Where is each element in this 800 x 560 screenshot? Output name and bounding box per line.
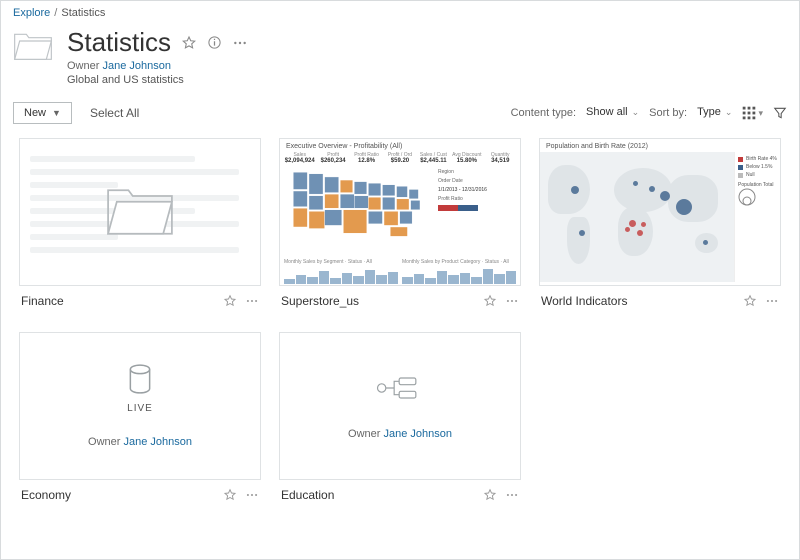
owner-line: Owner Jane Johnson bbox=[88, 436, 192, 448]
us-map bbox=[284, 166, 434, 255]
new-button[interactable]: New ▼ bbox=[13, 102, 72, 124]
breadcrumb-current: Statistics bbox=[61, 7, 105, 19]
card-economy: LIVE Owner Jane Johnson Economy bbox=[19, 332, 261, 502]
favorite-star-icon[interactable] bbox=[181, 35, 197, 51]
flow-icon bbox=[375, 373, 425, 406]
owner-link[interactable]: Jane Johnson bbox=[123, 436, 192, 448]
owner-line: Owner Jane Johnson bbox=[67, 60, 248, 72]
breadcrumb-separator: / bbox=[54, 7, 57, 19]
sort-by-select[interactable]: Type ⌄ bbox=[697, 106, 732, 120]
favorite-star-icon[interactable] bbox=[483, 488, 497, 502]
project-description: Global and US statistics bbox=[67, 74, 248, 86]
sort-by-label: Sort by: bbox=[649, 107, 687, 119]
live-badge: LIVE bbox=[127, 403, 153, 414]
card-thumb-flow[interactable]: Owner Jane Johnson bbox=[279, 332, 521, 480]
breadcrumb-root[interactable]: Explore bbox=[13, 7, 50, 19]
owner-label: Owner bbox=[67, 60, 99, 72]
new-button-label: New bbox=[24, 107, 46, 119]
card-thumb-folder[interactable] bbox=[19, 138, 261, 286]
select-all-button[interactable]: Select All bbox=[90, 106, 139, 120]
view-grid-toggle[interactable]: ▾ bbox=[742, 106, 763, 120]
card-title[interactable]: Economy bbox=[21, 488, 215, 502]
card-title[interactable]: Education bbox=[281, 488, 475, 502]
more-actions-icon[interactable] bbox=[505, 294, 519, 308]
favorite-star-icon[interactable] bbox=[223, 294, 237, 308]
favorite-star-icon[interactable] bbox=[223, 488, 237, 502]
card-superstore: Executive Overview - Profitability (All)… bbox=[279, 138, 521, 308]
card-title[interactable]: Finance bbox=[21, 294, 215, 308]
content-grid: Finance Executive Overview - Profitabili… bbox=[1, 132, 799, 516]
favorite-star-icon[interactable] bbox=[483, 294, 497, 308]
dashboard-title: Population and Birth Rate (2012) bbox=[540, 139, 780, 152]
favorite-star-icon[interactable] bbox=[743, 294, 757, 308]
card-thumb-datasource[interactable]: LIVE Owner Jane Johnson bbox=[19, 332, 261, 480]
info-icon[interactable] bbox=[207, 35, 222, 50]
more-actions-icon[interactable] bbox=[765, 294, 779, 308]
filter-icon[interactable] bbox=[773, 106, 787, 120]
project-folder-icon bbox=[13, 27, 53, 68]
dashboard-title: Executive Overview - Profitability (All) bbox=[280, 139, 520, 152]
more-actions-icon[interactable] bbox=[245, 488, 259, 502]
owner-link[interactable]: Jane Johnson bbox=[383, 428, 452, 440]
card-world-indicators: Population and Birth Rate (2012) bbox=[539, 138, 781, 308]
card-education: Owner Jane Johnson Education bbox=[279, 332, 521, 502]
more-actions-icon[interactable] bbox=[245, 294, 259, 308]
page-title: Statistics bbox=[67, 27, 171, 58]
card-thumb-workbook[interactable]: Population and Birth Rate (2012) bbox=[539, 138, 781, 286]
more-actions-icon[interactable] bbox=[232, 35, 248, 51]
card-thumb-workbook[interactable]: Executive Overview - Profitability (All)… bbox=[279, 138, 521, 286]
page-header: Statistics Owner Jane Johnson Global and… bbox=[1, 23, 799, 94]
folder-icon bbox=[101, 182, 179, 243]
breadcrumb: Explore / Statistics bbox=[1, 1, 799, 23]
owner-line: Owner Jane Johnson bbox=[348, 428, 452, 440]
card-title[interactable]: World Indicators bbox=[541, 294, 735, 308]
map-legend: Birth Rate 4% Below 1.5% Null Population… bbox=[734, 152, 780, 282]
chevron-down-icon: ⌄ bbox=[725, 107, 733, 118]
more-actions-icon[interactable] bbox=[505, 488, 519, 502]
caret-down-icon: ▾ bbox=[758, 108, 763, 119]
content-type-select[interactable]: Show all ⌄ bbox=[586, 106, 639, 120]
card-finance: Finance bbox=[19, 138, 261, 308]
toolbar: New ▼ Select All Content type: Show all … bbox=[1, 94, 799, 132]
chevron-down-icon: ⌄ bbox=[632, 107, 640, 118]
world-map bbox=[540, 152, 734, 282]
content-type-label: Content type: bbox=[511, 107, 576, 119]
card-title[interactable]: Superstore_us bbox=[281, 294, 475, 308]
database-icon bbox=[127, 364, 153, 397]
caret-down-icon: ▼ bbox=[52, 108, 61, 118]
owner-link[interactable]: Jane Johnson bbox=[102, 60, 171, 72]
